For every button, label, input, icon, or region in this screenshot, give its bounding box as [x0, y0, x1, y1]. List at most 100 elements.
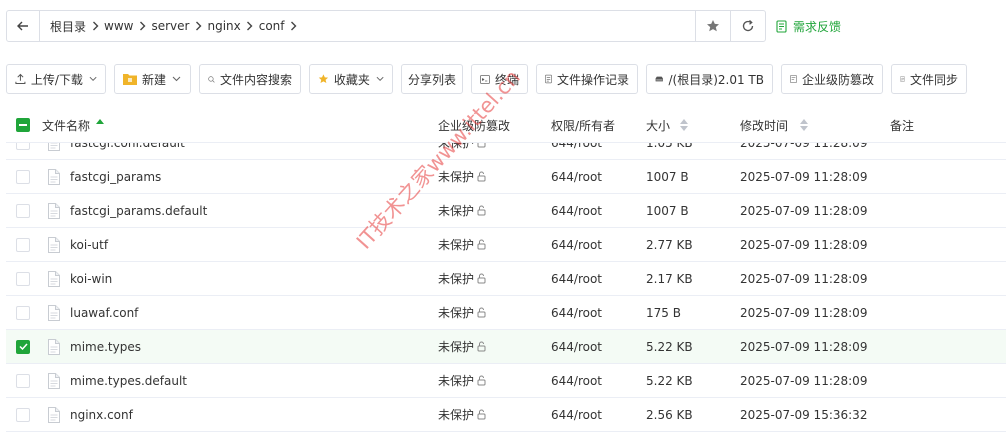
file-name-cell[interactable]: fastcgi_params — [48, 160, 161, 193]
row-checkbox[interactable] — [16, 160, 30, 193]
refresh-icon — [742, 20, 754, 32]
unlock-icon — [477, 205, 486, 216]
size-cell: 1007 B — [646, 160, 689, 193]
permission-cell[interactable]: 644/root — [551, 160, 602, 193]
permission-value: 644/root — [551, 169, 603, 184]
file-sync-button[interactable]: 文件同步 — [891, 64, 967, 94]
breadcrumb-item[interactable]: conf — [259, 19, 285, 33]
disk-button[interactable]: /(根目录)2.01 TB — [646, 64, 773, 94]
row-checkbox[interactable] — [16, 398, 30, 431]
row-checkbox[interactable] — [16, 262, 30, 295]
table-row[interactable]: fastcgi_params.default 未保护 644/root 1007 B 2… — [6, 194, 1006, 228]
tamper-protect-button[interactable]: 企业级防篡改 — [781, 64, 883, 94]
table-row[interactable]: fastcgi_params 未保护 644/root 1007 B 2025-07-0… — [6, 160, 1006, 194]
permission-cell[interactable]: 644/root — [551, 228, 602, 261]
unlock-icon — [477, 307, 486, 318]
breadcrumb-item[interactable]: server — [151, 19, 189, 33]
permission-cell[interactable]: 644/root — [551, 398, 602, 431]
header-name[interactable]: 文件名称 — [42, 117, 105, 134]
file-name-cell[interactable]: mime.types — [48, 330, 141, 363]
header-note: 备注 — [890, 117, 914, 134]
file-name-cell[interactable]: luawaf.conf — [48, 296, 138, 329]
protect-status-label: 未保护 — [438, 238, 475, 252]
file-name-cell[interactable]: mime.types.default — [48, 364, 187, 397]
new-button[interactable]: 新建 — [114, 64, 191, 94]
permission-cell[interactable]: 644/root — [551, 194, 602, 227]
header-mtime[interactable]: 修改时间 — [740, 117, 809, 134]
checkbox-indeterminate — [16, 118, 30, 132]
protect-status[interactable]: 未保护 — [438, 142, 487, 159]
chevron-right-icon — [133, 21, 151, 31]
mtime-cell: 2025-07-09 11:28:09 — [740, 262, 867, 295]
minus-icon — [19, 124, 27, 126]
size-cell: 175 B — [646, 296, 681, 329]
path-bar[interactable]: 根目录 www server nginx conf — [6, 10, 766, 42]
table-row[interactable]: fastcgi.conf.default 未保护 644/root 1.05 KB 20… — [6, 142, 1006, 160]
permission-cell[interactable]: 644/root — [551, 262, 602, 295]
table-row[interactable]: luawaf.conf 未保护 644/root 175 B 2025-07-09 11… — [6, 296, 1006, 330]
favorite-button[interactable] — [695, 11, 730, 41]
back-button[interactable] — [7, 11, 40, 41]
table-row[interactable]: koi-utf 未保护 644/root 2.77 KB 2025-07-09 11:2… — [6, 228, 1006, 262]
table-row[interactable]: mime.types.default 未保护 644/root 5.22 KB 2025… — [6, 364, 1006, 398]
protect-status[interactable]: 未保护 — [438, 364, 487, 397]
share-list-label: 分享列表 — [408, 72, 457, 87]
row-checkbox[interactable] — [16, 330, 30, 363]
table-row[interactable]: koi-win 未保护 644/root 2.17 KB 2025-07-09 11:2… — [6, 262, 1006, 296]
permission-cell[interactable]: 644/root — [551, 142, 602, 159]
terminal-button[interactable]: 终端 — [471, 64, 528, 94]
breadcrumb-item[interactable]: 根目录 — [50, 18, 86, 35]
mtime-cell: 2025-07-09 11:28:09 — [740, 194, 867, 227]
breadcrumb-item[interactable]: www — [104, 19, 133, 33]
size-cell: 2.77 KB — [646, 228, 693, 261]
feedback-link[interactable]: 需求反馈 — [776, 18, 841, 35]
disk-label: /(根目录)2.01 TB — [668, 72, 764, 87]
unlock-icon — [477, 375, 486, 386]
permission-cell[interactable]: 644/root — [551, 364, 602, 397]
tamper-protect-label: 企业级防篡改 — [801, 72, 874, 87]
protect-status[interactable]: 未保护 — [438, 228, 487, 261]
file-name-cell[interactable]: nginx.conf — [48, 398, 133, 431]
file-name-cell[interactable]: fastcgi_params.default — [48, 194, 207, 227]
row-checkbox[interactable] — [16, 228, 30, 261]
header-size[interactable]: 大小 — [646, 117, 689, 134]
mtime-value: 2025-07-09 11:28:09 — [740, 169, 868, 184]
permission-cell[interactable]: 644/root — [551, 296, 602, 329]
header-note-label: 备注 — [890, 118, 915, 133]
refresh-button[interactable] — [730, 11, 765, 41]
protect-status[interactable]: 未保护 — [438, 262, 487, 295]
table-row[interactable]: nginx.conf 未保护 644/root 2.56 KB 2025-07-09 1… — [6, 398, 1006, 432]
protect-status[interactable]: 未保护 — [438, 194, 487, 227]
upload-icon — [15, 73, 26, 85]
row-checkbox[interactable] — [16, 194, 30, 227]
sync-icon — [900, 76, 905, 82]
row-checkbox[interactable] — [16, 296, 30, 329]
favorites-button[interactable]: 收藏夹 — [309, 64, 393, 94]
permission-cell[interactable]: 644/root — [551, 330, 602, 363]
content-search-button[interactable]: 文件内容搜索 — [199, 64, 301, 94]
share-list-button[interactable]: 分享列表 — [401, 64, 463, 94]
protect-status[interactable]: 未保护 — [438, 330, 487, 363]
permission-value: 644/root — [551, 271, 603, 286]
protect-status-label: 未保护 — [438, 306, 475, 320]
file-log-button[interactable]: 文件操作记录 — [536, 64, 638, 94]
file-name-cell[interactable]: koi-utf — [48, 228, 108, 261]
row-checkbox[interactable] — [16, 364, 30, 397]
file-name: fastcgi_params.default — [70, 203, 208, 218]
protect-status-label: 未保护 — [438, 272, 475, 286]
file-name-cell[interactable]: koi-win — [48, 262, 112, 295]
check-icon — [18, 343, 28, 350]
protect-status[interactable]: 未保护 — [438, 398, 487, 431]
row-checkbox[interactable] — [16, 142, 30, 159]
file-name: mime.types.default — [70, 373, 188, 388]
select-all-checkbox[interactable] — [16, 118, 30, 132]
protect-status[interactable]: 未保护 — [438, 296, 487, 329]
breadcrumb-item[interactable]: nginx — [207, 19, 240, 33]
favorites-label: 收藏夹 — [333, 72, 370, 87]
upload-download-button[interactable]: 上传/下载 — [6, 64, 106, 94]
checkbox — [16, 142, 30, 150]
file-icon — [48, 372, 60, 389]
protect-status[interactable]: 未保护 — [438, 160, 487, 193]
file-name-cell[interactable]: fastcgi.conf.default — [48, 142, 185, 159]
table-row[interactable]: mime.types 未保护 644/root 5.22 KB 2025-07-09 1… — [6, 330, 1006, 364]
